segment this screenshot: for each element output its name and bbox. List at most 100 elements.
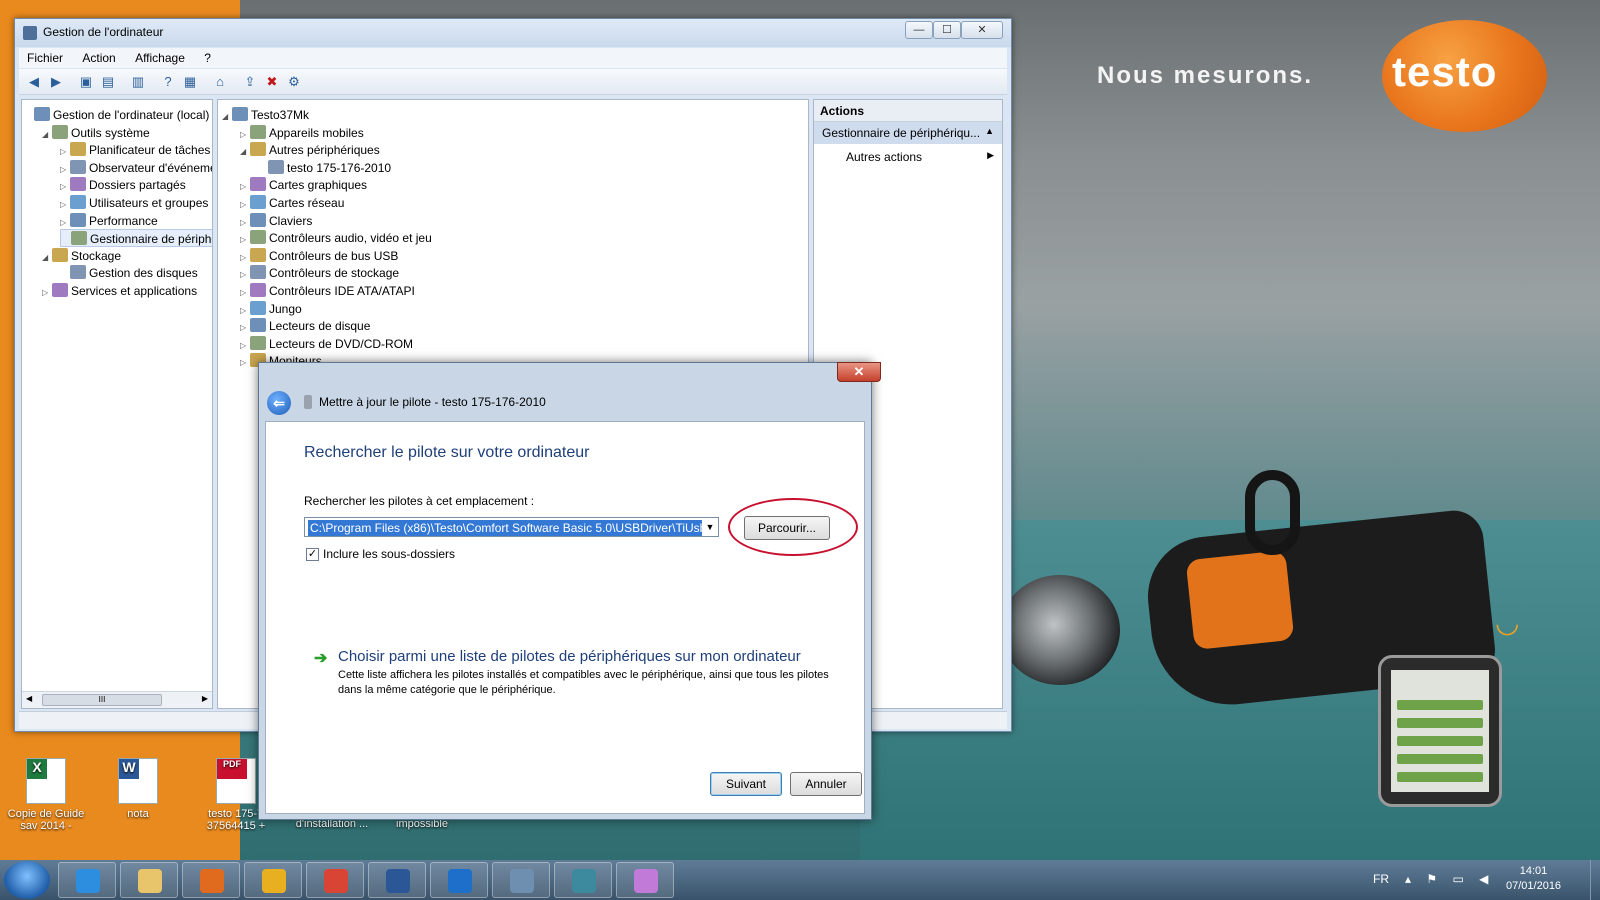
- tree-node[interactable]: ◢ Testo37Mk: [222, 106, 309, 124]
- collapse-up-icon[interactable]: ▲: [985, 126, 994, 136]
- start-button[interactable]: [4, 861, 50, 899]
- scan-hardware-icon[interactable]: ⌂: [211, 73, 229, 91]
- taskbar-app-button[interactable]: [58, 862, 116, 898]
- console-tree-pane: Gestion de l'ordinateur (local) ◢ Outils s…: [21, 99, 213, 709]
- tree-node[interactable]: ▷ Cartes graphiques: [240, 176, 367, 194]
- include-subfolders-label[interactable]: Inclure les sous-dossiers: [323, 547, 455, 561]
- tree-node[interactable]: ◢ Outils système: [42, 124, 150, 142]
- driver-path-combobox[interactable]: C:\Program Files (x86)\Testo\Comfort Sof…: [304, 517, 719, 537]
- action-pane-icon[interactable]: ▦: [181, 73, 199, 91]
- forward-arrow-icon[interactable]: ▶: [47, 73, 65, 91]
- show-desktop-button[interactable]: [1590, 860, 1600, 900]
- tree-node[interactable]: Gestionnaire de périphé: [60, 229, 213, 248]
- tree-node[interactable]: ▷ Contrôleurs de stockage: [240, 264, 399, 282]
- tree-node[interactable]: ▷ Performance: [60, 212, 158, 230]
- dialog-close-button[interactable]: ✕: [837, 362, 881, 382]
- desktop-icon-nota[interactable]: W nota: [92, 758, 184, 820]
- tree-node[interactable]: ▷ Planificateur de tâches: [60, 141, 210, 159]
- taskbar-app-button[interactable]: [616, 862, 674, 898]
- taskbar-app-button[interactable]: [120, 862, 178, 898]
- update-driver-icon[interactable]: ⇪: [241, 73, 259, 91]
- tree-node-label: Planificateur de tâches: [89, 143, 211, 158]
- taskbar-app-button[interactable]: [554, 862, 612, 898]
- device-category-icon: [250, 247, 266, 262]
- taskbar-app-button[interactable]: [244, 862, 302, 898]
- tree-node-label: Outils système: [71, 125, 150, 140]
- system-tray[interactable]: ▴ ⚑ ▭ ◀: [1405, 872, 1494, 886]
- language-indicator[interactable]: FR: [1373, 872, 1389, 886]
- close-button[interactable]: ✕: [961, 21, 1003, 39]
- title-bar[interactable]: Gestion de l'ordinateur — ☐ ✕: [15, 19, 1011, 47]
- tree-node[interactable]: ▷ Dossiers partagés: [60, 176, 186, 194]
- minimize-button[interactable]: —: [905, 21, 933, 39]
- tree-node[interactable]: ▷ Lecteurs de disque: [240, 317, 370, 335]
- choose-driver-link[interactable]: Choisir parmi une liste de pilotes de pé…: [338, 648, 801, 665]
- tree-node[interactable]: ▷ Jungo: [240, 300, 302, 318]
- collapse-icon[interactable]: ◢: [42, 249, 52, 267]
- menu-action[interactable]: Action: [74, 48, 123, 68]
- word-icon: W: [118, 758, 158, 804]
- tree-node[interactable]: ▷ Lecteurs de DVD/CD-ROM: [240, 335, 413, 353]
- computer-management-icon: [23, 26, 37, 40]
- tree-node-label: Gestionnaire de périphé: [90, 232, 213, 247]
- enable-device-icon[interactable]: ⚙: [285, 73, 303, 91]
- cancel-button[interactable]: Annuler: [790, 772, 862, 796]
- menu-help[interactable]: ?: [196, 48, 219, 68]
- collapse-icon[interactable]: ◢: [240, 143, 250, 161]
- tree-node[interactable]: ▷ Utilisateurs et groupes l: [60, 194, 212, 212]
- taskbar-app-button[interactable]: [368, 862, 426, 898]
- back-arrow-icon[interactable]: ◀: [25, 73, 43, 91]
- menu-fichier[interactable]: Fichier: [19, 48, 71, 68]
- driver-path-value[interactable]: C:\Program Files (x86)\Testo\Comfort Sof…: [308, 520, 709, 536]
- taskbar: FR ▴ ⚑ ▭ ◀ 14:01 07/01/2016: [0, 860, 1600, 900]
- tree-node[interactable]: ▷ Contrôleurs de bus USB: [240, 247, 398, 265]
- chevron-down-icon[interactable]: ▼: [702, 518, 718, 536]
- expand-icon[interactable]: ▷: [240, 354, 250, 372]
- horizontal-scrollbar[interactable]: ◀ III ▶: [22, 691, 212, 708]
- next-button[interactable]: Suivant: [710, 772, 782, 796]
- help-icon[interactable]: ?: [159, 73, 177, 91]
- actions-more[interactable]: Autres actions ▶: [814, 146, 1002, 168]
- collapse-icon[interactable]: ◢: [42, 126, 52, 144]
- tree-node[interactable]: ◢ Autres périphériques: [240, 141, 380, 159]
- taskbar-app-button[interactable]: [430, 862, 488, 898]
- taskbar-app-button[interactable]: [492, 862, 550, 898]
- maximize-button[interactable]: ☐: [933, 21, 961, 39]
- tree-node[interactable]: ▷ Appareils mobiles: [240, 124, 364, 142]
- device-category-icon: [52, 247, 68, 262]
- menu-affichage[interactable]: Affichage: [127, 48, 193, 68]
- tree-node[interactable]: ▷ Observateur d'événeme: [60, 159, 212, 177]
- properties-icon[interactable]: ▥: [129, 73, 147, 91]
- tree-node[interactable]: ▷ Contrôleurs IDE ATA/ATAPI: [240, 282, 415, 300]
- file-explorer-icon: [138, 869, 162, 893]
- include-subfolders-checkbox[interactable]: ✓: [306, 548, 319, 561]
- taskbar-app-button[interactable]: [306, 862, 364, 898]
- scrollbar-thumb[interactable]: III: [42, 694, 162, 706]
- device-category-icon: [268, 159, 284, 174]
- tree-node[interactable]: testo 175-176-2010: [258, 159, 391, 177]
- tree-node[interactable]: ▷ Services et applications: [42, 282, 197, 300]
- scroll-left-icon[interactable]: ◀: [26, 694, 32, 703]
- tree-node[interactable]: Gestion des disques: [60, 264, 198, 282]
- taskbar-app-button[interactable]: [182, 862, 240, 898]
- up-folder-icon[interactable]: ▣: [77, 73, 95, 91]
- uninstall-icon[interactable]: ✖: [263, 73, 281, 91]
- window-title: Gestion de l'ordinateur: [43, 25, 164, 39]
- excel-icon: X: [26, 758, 66, 804]
- actions-device-manager[interactable]: Gestionnaire de périphériqu... ▲: [814, 122, 1002, 144]
- device-category-icon: [250, 142, 266, 157]
- browse-button[interactable]: Parcourir...: [744, 516, 830, 540]
- tree-node[interactable]: ◢ Stockage: [42, 247, 121, 265]
- tree-node[interactable]: Gestion de l'ordinateur (local): [24, 106, 209, 124]
- back-button[interactable]: ⇐: [267, 391, 291, 415]
- tree-node[interactable]: ▷ Cartes réseau: [240, 194, 344, 212]
- scroll-right-icon[interactable]: ▶: [202, 694, 208, 703]
- dialog-title: Mettre à jour le pilote - testo 175-176-…: [319, 395, 546, 409]
- expand-icon[interactable]: ▷: [42, 284, 52, 302]
- clock[interactable]: 14:01 07/01/2016: [1506, 864, 1561, 894]
- desktop-icon-guide[interactable]: X Copie de Guide sav 2014 -: [0, 758, 92, 832]
- tree-node[interactable]: ▷ Contrôleurs audio, vidéo et jeu: [240, 229, 432, 247]
- collapse-icon[interactable]: ◢: [222, 108, 232, 126]
- tree-node[interactable]: ▷ Claviers: [240, 212, 312, 230]
- show-hide-tree-icon[interactable]: ▤: [99, 73, 117, 91]
